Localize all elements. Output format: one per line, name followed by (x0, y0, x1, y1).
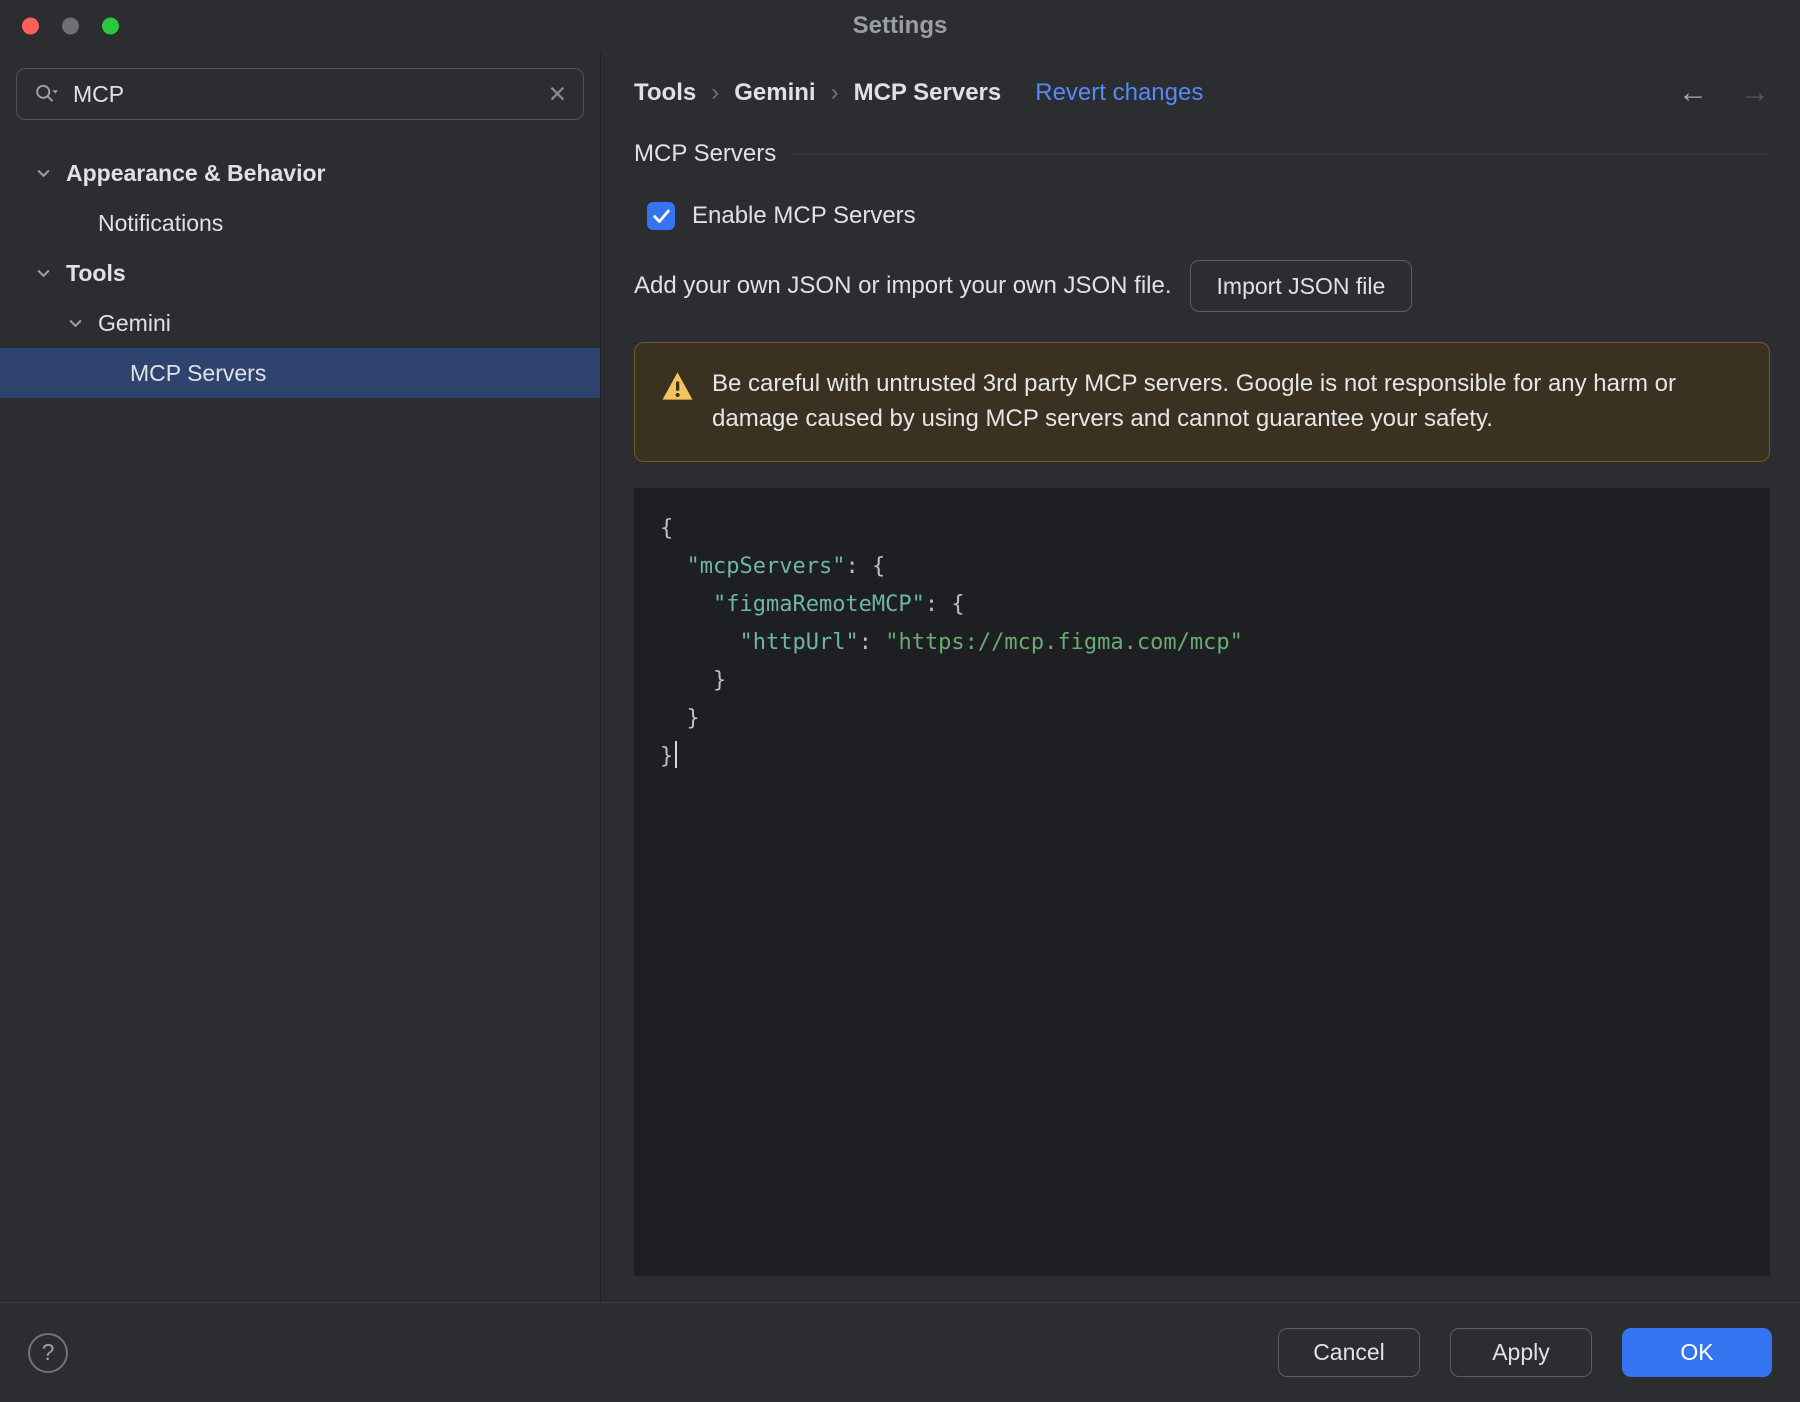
settings-window: Settings ✕ Appearance & Behavior Notifica… (0, 0, 1800, 1402)
main-area: ✕ Appearance & Behavior Notifications Tool… (0, 52, 1800, 1302)
content-panel: Tools › Gemini › MCP Servers Revert chan… (601, 52, 1800, 1302)
section-title: MCP Servers (634, 140, 777, 167)
minimize-button[interactable] (62, 17, 79, 35)
json-editor[interactable]: { "mcpServers": { "figmaRemoteMCP": { "h… (634, 487, 1770, 1276)
traffic-lights (22, 17, 119, 35)
revert-changes-link[interactable]: Revert changes (1035, 79, 1203, 107)
help-button[interactable]: ? (28, 1332, 68, 1373)
warning-banner: Be careful with untrusted 3rd party MCP … (634, 342, 1770, 462)
json-editor-code: { "mcpServers": { "figmaRemoteMCP": { "h… (660, 510, 1744, 776)
code-line: "httpUrl": "https://mcp.figma.com/mcp" (739, 629, 1243, 655)
chevron-down-icon[interactable] (34, 164, 66, 183)
code-line: } (660, 738, 1744, 776)
code-line: "mcpServers": { (686, 553, 886, 579)
sidebar-item-mcp-servers[interactable]: MCP Servers (0, 348, 600, 398)
search-icon (33, 81, 61, 107)
sidebar-item-appearance-behavior[interactable]: Appearance & Behavior (0, 148, 600, 198)
settings-search-box[interactable]: ✕ (16, 68, 584, 120)
zoom-button[interactable] (102, 17, 119, 35)
import-description: Add your own JSON or import your own JSO… (634, 272, 1172, 299)
close-button[interactable] (22, 17, 39, 35)
breadcrumb-separator: › (711, 79, 720, 106)
chevron-down-icon[interactable] (66, 314, 98, 333)
sidebar-item-gemini[interactable]: Gemini (0, 298, 600, 348)
help-icon: ? (41, 1339, 55, 1365)
import-json-button[interactable]: Import JSON file (1189, 260, 1413, 312)
code-line: "figmaRemoteMCP": { (712, 591, 965, 617)
enable-mcp-checkbox[interactable] (647, 202, 675, 230)
breadcrumb-item-gemini[interactable]: Gemini (734, 79, 815, 107)
sidebar-item-notifications[interactable]: Notifications (0, 198, 600, 248)
sidebar-item-label: Appearance & Behavior (66, 159, 326, 186)
enable-mcp-label: Enable MCP Servers (692, 202, 916, 229)
cancel-button[interactable]: Cancel (1278, 1328, 1420, 1377)
breadcrumb: Tools › Gemini › MCP Servers Revert chan… (634, 64, 1770, 122)
chevron-down-icon[interactable] (34, 264, 66, 283)
sidebar-item-label: Notifications (98, 209, 224, 236)
window-title: Settings (852, 12, 948, 39)
warning-icon (661, 371, 694, 437)
chevron-down-icon (98, 364, 130, 383)
warning-text: Be careful with untrusted 3rd party MCP … (712, 370, 1676, 432)
section-header: MCP Servers (634, 140, 1770, 168)
breadcrumb-separator: › (830, 79, 839, 106)
breadcrumb-item-mcp-servers[interactable]: MCP Servers (854, 79, 1002, 107)
footer-bar: ? Cancel Apply OK (0, 1302, 1800, 1402)
apply-button[interactable]: Apply (1450, 1328, 1592, 1377)
sidebar-item-tools[interactable]: Tools (0, 248, 600, 298)
clear-search-icon[interactable]: ✕ (548, 82, 567, 106)
enable-mcp-row: Enable MCP Servers (647, 202, 1770, 230)
code-line: { (660, 515, 674, 541)
sidebar-item-label: Gemini (98, 309, 171, 336)
check-icon (652, 209, 670, 223)
ok-button[interactable]: OK (1622, 1328, 1772, 1377)
search-input[interactable] (73, 80, 536, 108)
breadcrumb-item-tools[interactable]: Tools (634, 79, 696, 107)
titlebar: Settings (0, 0, 1800, 52)
code-line: } (660, 705, 700, 731)
section-divider (794, 153, 1770, 155)
sidebar: ✕ Appearance & Behavior Notifications Tool… (0, 52, 601, 1302)
code-line: } (660, 667, 727, 693)
history-nav: ← → (1678, 78, 1770, 108)
import-row: Add your own JSON or import your own JSO… (634, 260, 1770, 312)
chevron-down-icon (66, 214, 98, 233)
text-caret (675, 740, 678, 768)
forward-arrow-icon: → (1740, 76, 1770, 109)
sidebar-item-label: Tools (66, 259, 126, 286)
sidebar-item-label: MCP Servers (130, 359, 267, 386)
settings-tree: Appearance & Behavior Notifications Tools G… (0, 148, 600, 398)
back-arrow-icon[interactable]: ← (1678, 78, 1708, 108)
